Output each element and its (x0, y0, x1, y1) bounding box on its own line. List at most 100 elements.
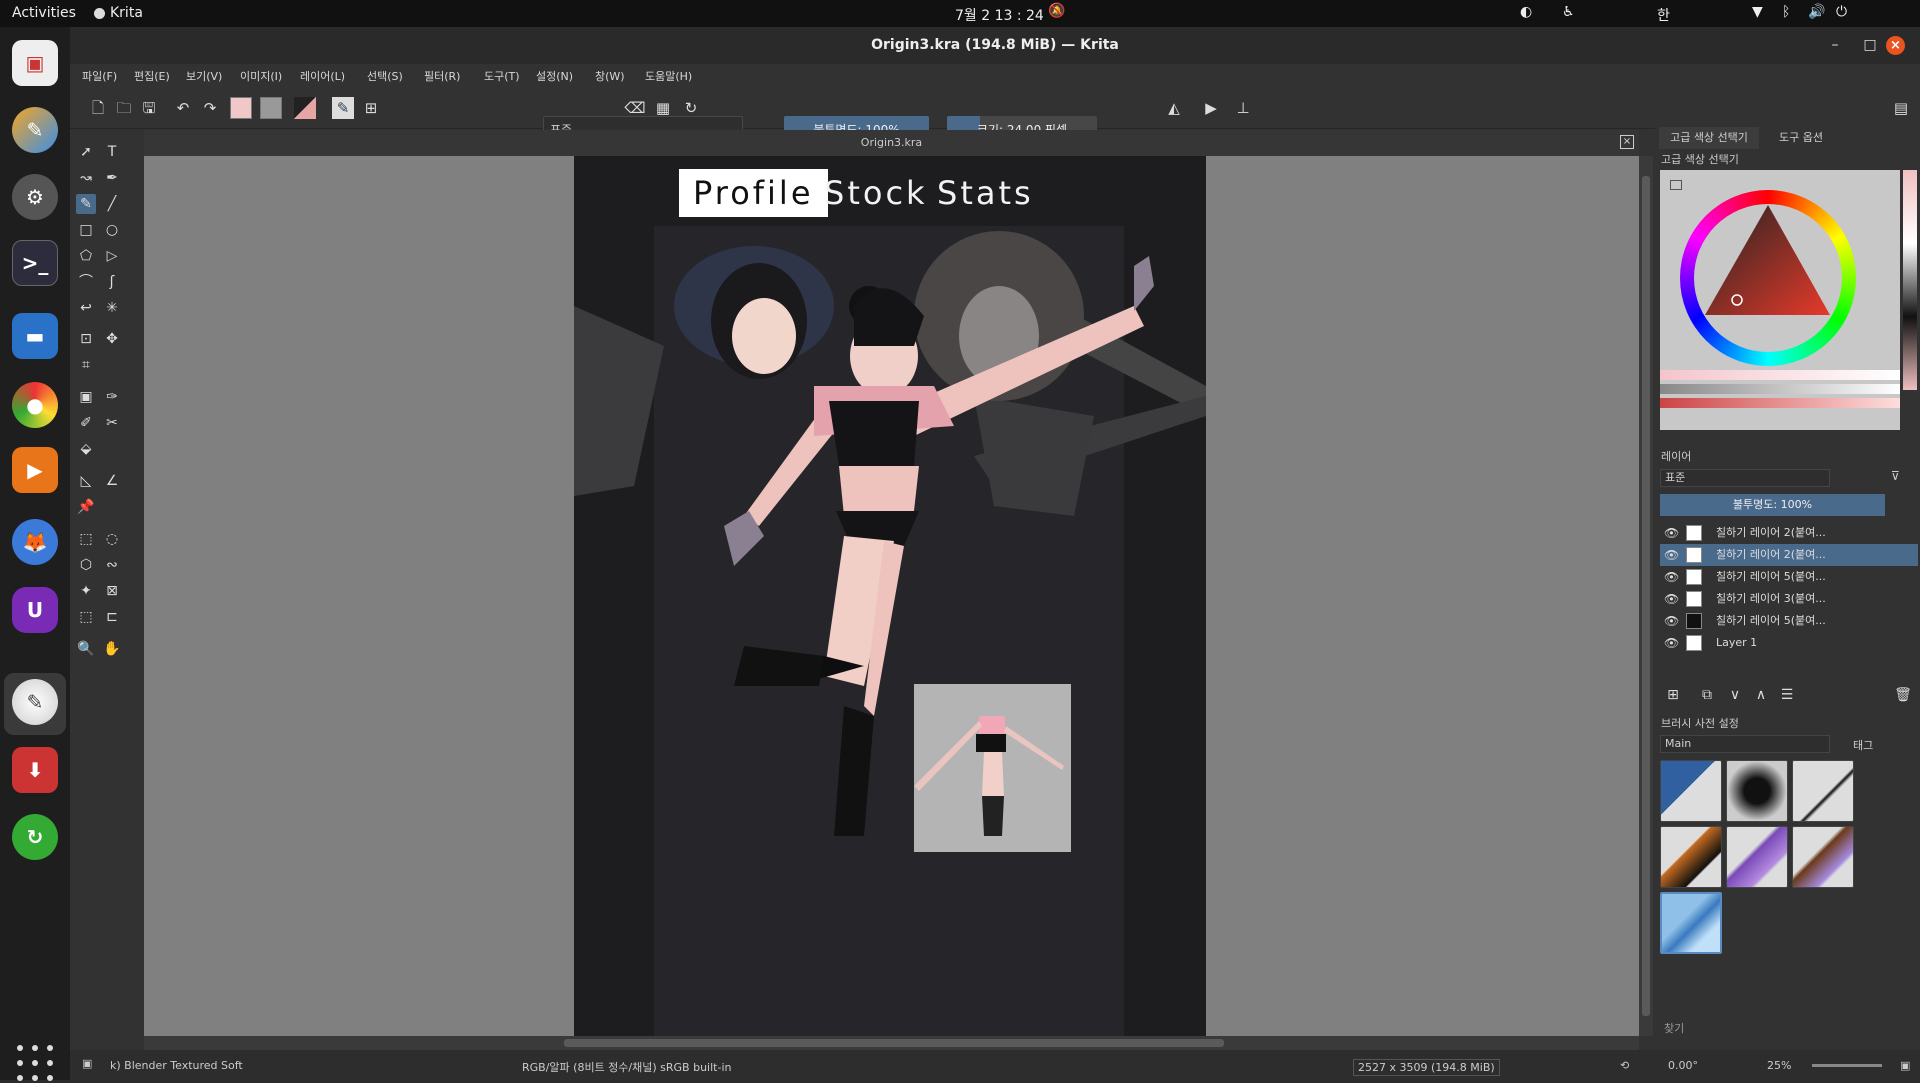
menu-view[interactable]: 보기(V) (186, 68, 222, 84)
document-tab[interactable]: Origin3.kra × (144, 130, 1639, 156)
media-player-icon[interactable]: ▶ (12, 447, 58, 493)
brush-preset-ink[interactable] (1660, 826, 1722, 888)
visibility-eye-icon[interactable]: 👁 (1664, 544, 1679, 566)
krita-icon[interactable]: ✎ (12, 679, 58, 725)
settings-icon[interactable]: ⚙ (12, 174, 58, 220)
minimize-button[interactable]: – (1820, 27, 1850, 64)
status-color-space[interactable]: RGB/알파 (8비트 정수/채널) sRGB built-in (522, 1059, 731, 1075)
zoom-tool-icon[interactable]: 🔍 (76, 639, 96, 659)
canvas-area[interactable]: Origin3.kra × Profile Stock Stats (144, 130, 1639, 1050)
polyline-tool-icon[interactable]: ▷ (102, 246, 122, 266)
update-icon[interactable]: ↻ (12, 814, 58, 860)
vertical-scroll-thumb[interactable] (1642, 176, 1650, 1016)
polygon-select-icon[interactable]: ⬡ (76, 555, 96, 575)
maximize-button[interactable]: □ (1855, 27, 1885, 64)
multibrush-icon[interactable]: ✳ (102, 298, 122, 318)
menu-select[interactable]: 선택(S) (367, 68, 403, 84)
color-app-icon[interactable]: ✎ (12, 107, 58, 153)
delete-layer-icon[interactable]: 🗑 (1893, 685, 1913, 705)
polygon-tool-icon[interactable]: ⬠ (76, 246, 96, 266)
gradient-tool-icon[interactable]: ▣ (76, 387, 96, 407)
menu-tools[interactable]: 도구(T) (484, 68, 520, 84)
bezier-select-icon[interactable]: ⬚ (76, 607, 96, 627)
terminal-icon[interactable]: >_ (12, 240, 58, 286)
freehand-brush-icon[interactable]: ✎ (76, 194, 96, 214)
text-tool-icon[interactable]: T (102, 142, 122, 162)
files-icon[interactable]: ▬ (12, 313, 58, 359)
downloader-icon[interactable]: ⬇ (12, 747, 58, 793)
undo-icon[interactable]: ↶ (172, 97, 194, 119)
brush-preset-pencil[interactable] (1792, 760, 1854, 822)
layer-row[interactable]: 👁 Layer 1 (1660, 632, 1918, 654)
vertical-scrollbar[interactable] (1639, 156, 1653, 1036)
layer-row[interactable]: 👁 칠하기 레이어 5(붙여... (1660, 566, 1918, 588)
chrome-icon[interactable]: ● (12, 382, 58, 428)
visibility-eye-icon[interactable]: 👁 (1664, 566, 1679, 588)
power-icon[interactable]: ⏻ (1836, 4, 1847, 20)
layer-row[interactable]: 👁 칠하기 레이어 2(붙여... (1660, 522, 1918, 544)
panel-menu-icon[interactable]: ▤ (1890, 97, 1912, 119)
smart-patch-icon[interactable]: ✂ (102, 413, 122, 433)
rect-select-icon[interactable]: ⬚ (76, 529, 96, 549)
zoom-slider[interactable] (1812, 1064, 1882, 1067)
clock[interactable]: 7월 2 13 : 24 (955, 5, 1044, 25)
activities-button[interactable]: Activities (12, 5, 76, 21)
brush-preset-wet-bristle[interactable] (1792, 826, 1854, 888)
color-strip-2[interactable] (1660, 384, 1900, 394)
color-history-strip[interactable] (1903, 170, 1917, 390)
tab-advanced-color[interactable]: 고급 색상 선택기 (1659, 127, 1759, 149)
wrap-around-icon[interactable]: ⊥ (1232, 97, 1254, 119)
layer-row-selected[interactable]: 👁 칠하기 레이어 2(붙여... (1660, 544, 1918, 566)
brush-preset-wet-purple[interactable] (1726, 826, 1788, 888)
pan-tool-icon[interactable]: ✋ (102, 639, 122, 659)
u-app-icon[interactable]: U (12, 587, 58, 633)
magic-wand-icon[interactable]: ✦ (76, 581, 96, 601)
transform-tool-icon[interactable]: ⊡ (76, 329, 96, 349)
workspace-grid-icon[interactable]: ⊞ (360, 97, 382, 119)
save-icon[interactable]: 🖫 (138, 97, 160, 119)
window-titlebar[interactable]: Origin3.kra (194.8 MiB) — Krita – □ × (70, 27, 1920, 64)
select-shapes-icon[interactable]: ➚ (76, 142, 96, 162)
artwork-canvas[interactable]: Profile Stock Stats (574, 156, 1206, 1036)
brush-search-field[interactable]: 찾기 (1660, 1020, 1900, 1038)
menu-image[interactable]: 이미지(I) (240, 68, 282, 84)
color-picker-tray-icon[interactable]: ◐ (1520, 4, 1532, 20)
calligraphy-icon[interactable]: ✒ (102, 168, 122, 188)
ellipse-select-icon[interactable]: ◌ (102, 529, 122, 549)
freehand-select-icon[interactable]: ∾ (102, 555, 122, 575)
visibility-eye-icon[interactable]: 👁 (1664, 632, 1679, 654)
menu-filter[interactable]: 필터(R) (424, 68, 460, 84)
status-rotation[interactable]: 0.00° (1668, 1059, 1698, 1072)
layer-row[interactable]: 👁 칠하기 레이어 3(붙여... (1660, 588, 1918, 610)
bezier-tool-icon[interactable]: ⌒ (76, 272, 96, 292)
fox-app-icon[interactable]: 🦊 (12, 519, 58, 565)
fg-bg-color-icon[interactable] (294, 97, 316, 119)
brush-preset-airbrush[interactable] (1726, 760, 1788, 822)
open-icon[interactable]: 🗀 (113, 97, 135, 119)
pattern-swatch[interactable] (260, 97, 282, 119)
gradient-swatch[interactable] (230, 97, 252, 119)
menu-window[interactable]: 창(W) (595, 68, 625, 84)
ellipse-tool-icon[interactable]: ○ (102, 220, 122, 240)
brush-tag-select[interactable]: Main (1660, 735, 1830, 753)
layer-filter-icon[interactable]: ⊽ (1891, 469, 1900, 483)
close-button[interactable]: × (1886, 36, 1905, 55)
line-tool-icon[interactable]: ╱ (102, 194, 122, 214)
status-rotation-icon[interactable]: ⟲ (1620, 1059, 1629, 1072)
magnetic-select-icon[interactable]: ⊏ (102, 607, 122, 627)
input-method[interactable]: 한 (1657, 5, 1670, 25)
bluetooth-icon[interactable]: ᛒ (1782, 4, 1790, 20)
brush-preset-icon[interactable]: ✎ (332, 97, 354, 119)
view-mode-icon[interactable]: ▣ (1900, 1059, 1910, 1072)
move-tool-icon[interactable]: ✥ (102, 329, 122, 349)
tab-tool-options[interactable]: 도구 옵션 (1765, 127, 1837, 149)
measure-tool-icon[interactable]: ∠ (102, 471, 122, 491)
menu-edit[interactable]: 편집(E) (134, 68, 170, 84)
move-layer-up-icon[interactable]: ∧ (1751, 685, 1771, 705)
assistant-tool-icon[interactable]: ◺ (76, 471, 96, 491)
layer-properties-icon[interactable]: ☰ (1777, 685, 1797, 705)
fill-tool-icon[interactable]: ⬙ (76, 439, 96, 459)
horizontal-scrollbar[interactable] (144, 1036, 1639, 1050)
brush-tag-button[interactable]: 태그 (1853, 737, 1873, 753)
duplicate-layer-icon[interactable]: ⧉ (1697, 685, 1717, 705)
